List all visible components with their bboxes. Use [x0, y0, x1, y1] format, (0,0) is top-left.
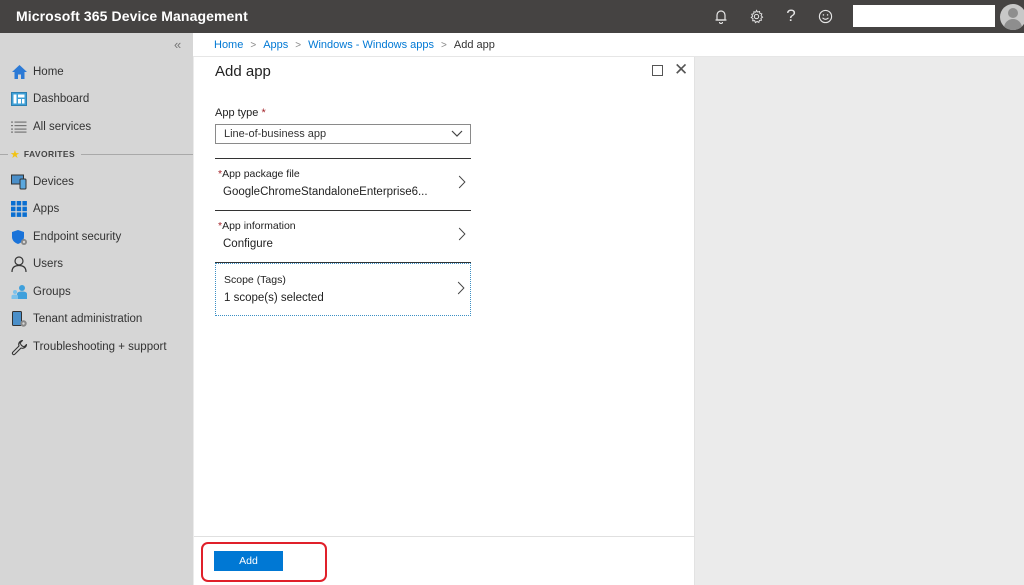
close-icon[interactable]: ✕ [674, 60, 688, 80]
row-value: GoogleChromeStandaloneEnterprise6... [223, 186, 428, 198]
breadcrumb-separator-icon: > [295, 39, 302, 51]
row-label: *App information [218, 220, 296, 232]
sidebar-item-label: Dashboard [33, 93, 90, 105]
sidebar-item-endpoint-security[interactable]: Endpoint security [0, 224, 193, 250]
chevron-right-icon [458, 225, 466, 248]
maximize-icon[interactable] [652, 65, 663, 76]
breadcrumb-windows-apps[interactable]: Windows - Windows apps [308, 39, 434, 51]
sidebar-item-label: Apps [33, 203, 60, 215]
row-label: Scope (Tags) [224, 274, 286, 286]
sidebar-item-label: Troubleshooting + support [33, 341, 167, 353]
home-icon [10, 63, 28, 81]
breadcrumb-home[interactable]: Home [214, 39, 243, 51]
sidebar-item-apps[interactable]: Apps [0, 196, 193, 222]
app-type-select[interactable]: Line-of-business app [215, 124, 471, 144]
app-type-value: Line-of-business app [224, 128, 327, 140]
breadcrumb-separator-icon: > [441, 39, 447, 51]
add-app-panel: Add app ✕ App type * Line-of-business ap… [194, 57, 695, 585]
avatar-body-shape [1004, 19, 1022, 30]
sidebar-item-label: Devices [33, 176, 74, 188]
breadcrumb-bar: Home > Apps > Windows - Windows apps > A… [193, 33, 1024, 57]
annotation-highlight-box [201, 542, 327, 582]
help-icon[interactable]: ? [781, 6, 801, 26]
favorites-divider: ★ FAVORITES [0, 147, 193, 161]
collapse-sidebar-button[interactable]: « [174, 37, 181, 52]
top-bar: Microsoft 365 Device Management ? [0, 0, 1024, 33]
user-icon [10, 255, 28, 273]
sidebar-item-label: Groups [33, 286, 71, 298]
scope-tags-row[interactable]: Scope (Tags) 1 scope(s) selected [215, 263, 471, 316]
sidebar-item-groups[interactable]: Groups [0, 279, 193, 305]
sidebar-item-label: Home [33, 66, 64, 78]
row-value: Configure [223, 238, 273, 250]
sidebar-item-all-services[interactable]: All services [0, 114, 193, 140]
app-title[interactable]: Microsoft 365 Device Management [16, 8, 248, 24]
sidebar-item-home[interactable]: Home [0, 59, 193, 85]
apps-grid-icon [10, 200, 28, 218]
breadcrumb-apps[interactable]: Apps [263, 39, 288, 51]
list-icon [10, 118, 28, 136]
breadcrumb: Home > Apps > Windows - Windows apps > A… [214, 39, 495, 51]
dashboard-icon [10, 90, 28, 108]
row-label-text: App information [222, 220, 296, 232]
row-label-text: App package file [222, 168, 300, 180]
user-avatar[interactable] [1000, 4, 1024, 30]
sidebar-item-label: Users [33, 258, 64, 270]
chevron-right-icon [457, 279, 465, 302]
panel-title: Add app [215, 63, 271, 80]
chevron-down-icon [451, 126, 463, 143]
app-information-row[interactable]: *App information Configure [215, 210, 471, 262]
avatar-head-shape [1008, 8, 1018, 18]
notifications-bell-icon[interactable] [711, 6, 731, 26]
shield-icon [10, 228, 28, 246]
chevron-right-icon [458, 173, 466, 196]
account-search-input[interactable] [853, 5, 995, 27]
sidebar-item-label: Endpoint security [33, 231, 122, 243]
devices-icon [10, 173, 28, 191]
divider-line [81, 153, 193, 155]
row-value: 1 scope(s) selected [224, 292, 324, 304]
sidebar-item-dashboard[interactable]: Dashboard [0, 86, 193, 112]
row-label: *App package file [218, 168, 300, 180]
sidebar-item-label: All services [33, 121, 92, 133]
settings-gear-icon[interactable] [746, 6, 766, 26]
breadcrumb-separator-icon: > [250, 39, 257, 51]
app-package-file-row[interactable]: *App package file GoogleChromeStandalone… [215, 158, 471, 210]
feedback-smiley-icon[interactable] [815, 6, 835, 26]
app-type-label: App type * [215, 107, 266, 119]
breadcrumb-current: Add app [453, 39, 495, 51]
sidebar-item-devices[interactable]: Devices [0, 169, 193, 195]
sidebar-item-troubleshooting-support[interactable]: Troubleshooting + support [0, 334, 193, 360]
favorites-label: FAVORITES [23, 149, 76, 159]
app-type-label-text: App type [215, 107, 259, 119]
tenant-admin-icon [10, 310, 28, 328]
sidebar-item-label: Tenant administration [33, 313, 143, 325]
wrench-icon [10, 338, 28, 356]
sidebar-item-users[interactable]: Users [0, 251, 193, 277]
sidebar: « Home Dashboard All services ★ FAVORITE… [0, 33, 193, 585]
panel-footer: Add [194, 536, 695, 585]
required-mark: * [261, 107, 266, 119]
sidebar-item-tenant-administration[interactable]: Tenant administration [0, 306, 193, 332]
favorites-star-icon: ★ [10, 148, 20, 161]
divider-line [0, 154, 8, 155]
groups-icon [10, 283, 28, 301]
